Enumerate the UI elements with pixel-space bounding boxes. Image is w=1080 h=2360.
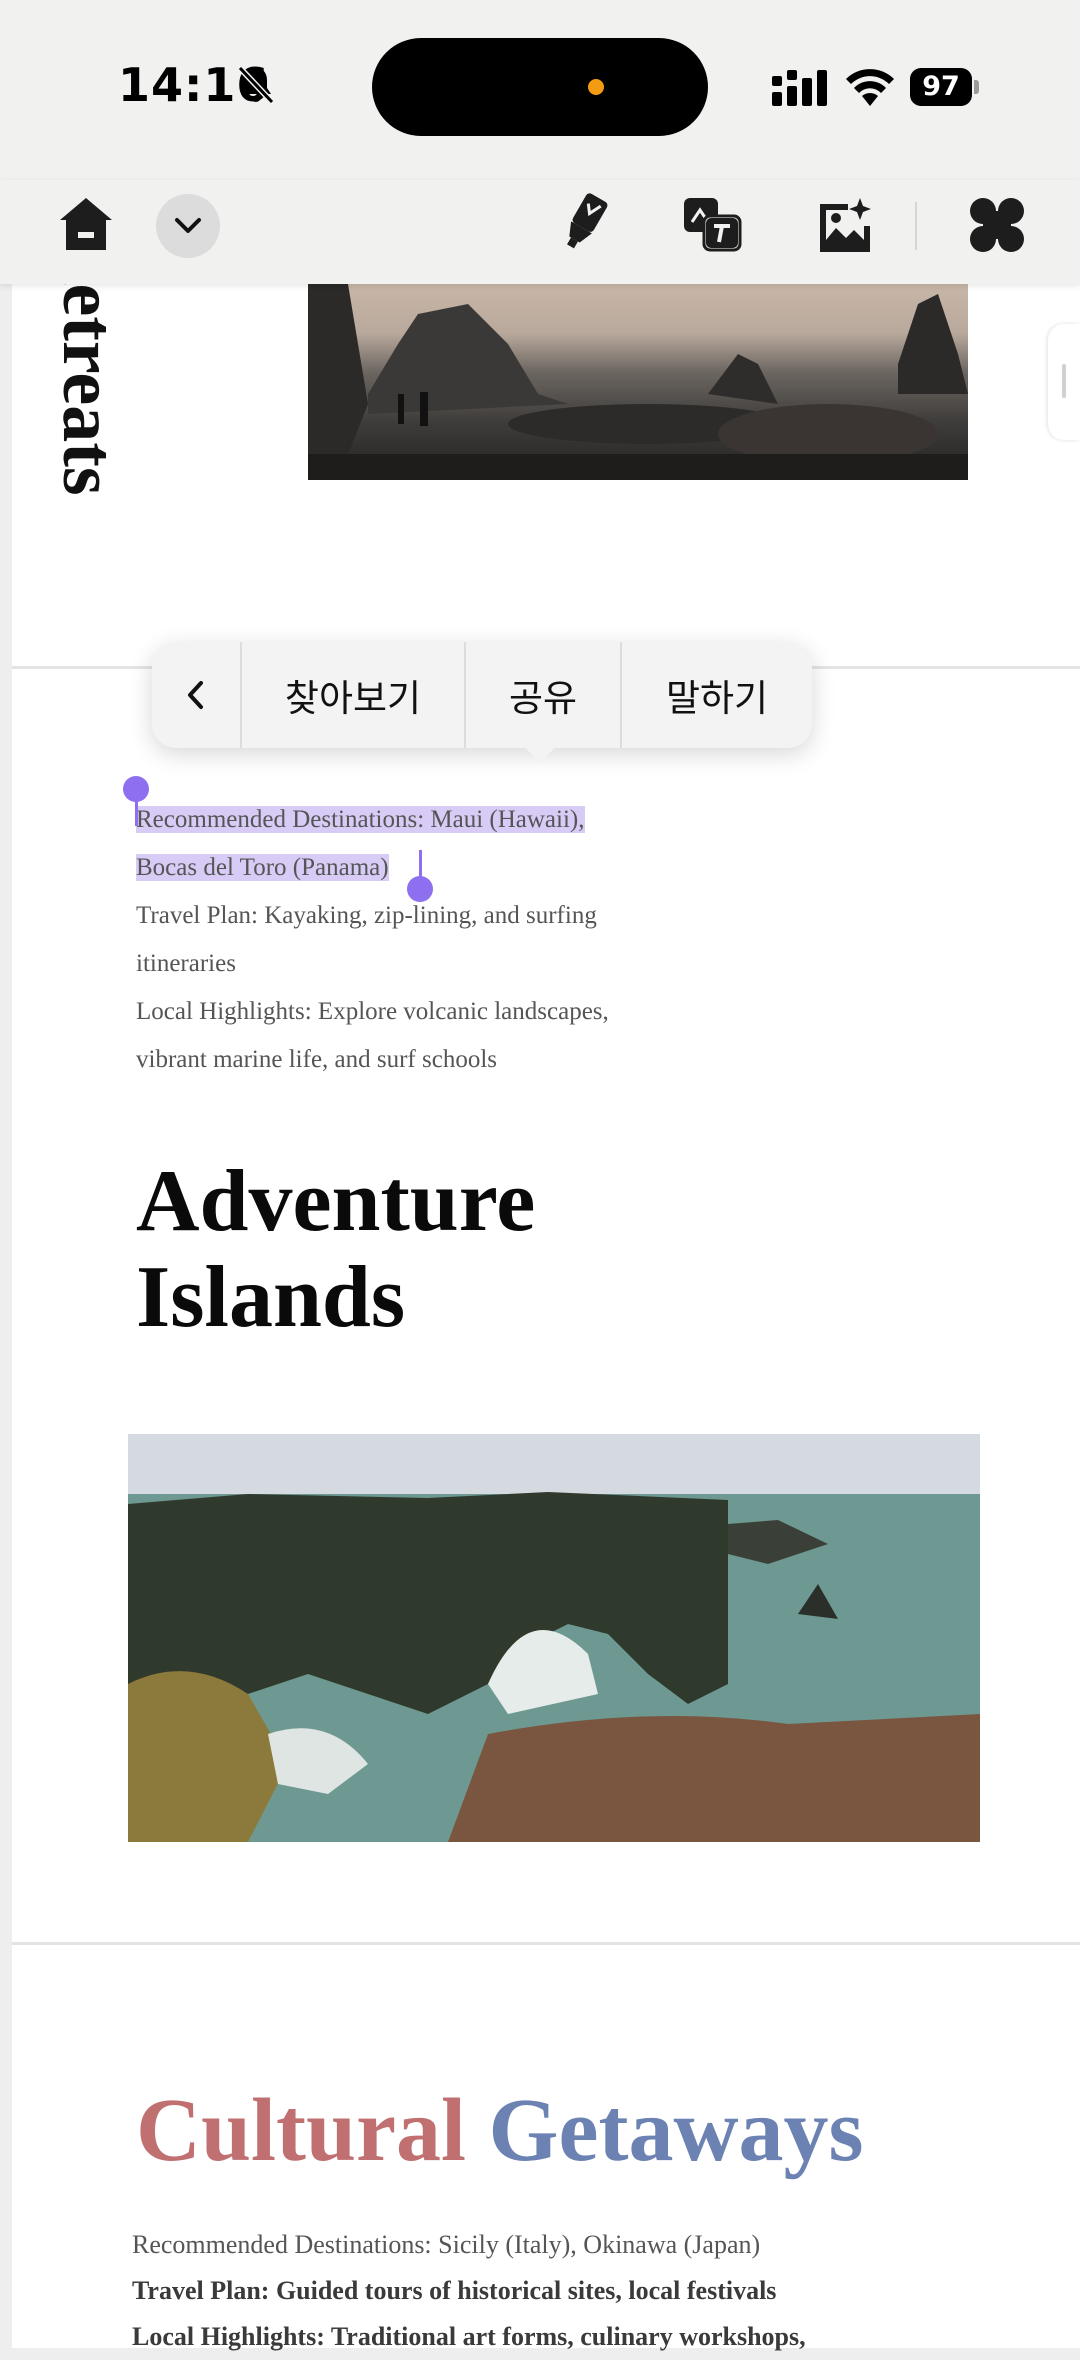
dynamic-island: [372, 38, 708, 136]
photo-edit-icon[interactable]: [814, 196, 872, 254]
section-divider: [12, 1942, 1080, 1945]
heading-word-getaways: Getaways: [488, 2081, 864, 2180]
bell-slash-icon: [237, 65, 275, 105]
chevron-left-icon: [188, 681, 203, 709]
adventure-islands-heading: Adventure Islands: [136, 1154, 535, 1346]
toolbar-divider: [915, 202, 917, 250]
text-line: Local Highlights: Traditional art forms,…: [132, 2322, 806, 2351]
cultural-getaways-heading: Cultural Getaways: [136, 2076, 863, 2186]
chevron-down-button[interactable]: [156, 194, 220, 258]
adventure-details[interactable]: Recommended Destinations: Maui (Hawaii),…: [136, 796, 696, 1084]
signal-icon: [772, 70, 827, 106]
translate-icon[interactable]: [682, 196, 742, 252]
heading-word-cultural: Cultural: [136, 2081, 467, 2180]
selected-text-line-1[interactable]: Recommended Destinations: Maui (Hawaii),: [136, 806, 585, 833]
home-icon[interactable]: [56, 194, 116, 254]
selection-end-knob[interactable]: [407, 876, 433, 902]
sea-arch-graphic: [128, 1434, 980, 1842]
battery-icon: 97: [910, 68, 980, 106]
speak-button[interactable]: 말하기: [620, 642, 812, 748]
highlighter-icon[interactable]: [556, 190, 612, 256]
selection-start-knob[interactable]: [123, 776, 149, 802]
share-button[interactable]: 공유: [464, 642, 620, 748]
text-line: Local Highlights: Explore volcanic lands…: [136, 998, 609, 1025]
reader-toolbar: [0, 180, 1080, 284]
cultural-details: Recommended Destinations: Sicily (Italy)…: [132, 2222, 1012, 2360]
sea-arch-image: [128, 1434, 980, 1842]
context-menu-back-button[interactable]: [152, 642, 240, 748]
text-line: vibrant marine life, and surf schools: [136, 1046, 498, 1073]
text-context-menu: 찾아보기 공유 말하기: [152, 642, 812, 764]
text-line: Travel Plan: Guided tours of historical …: [132, 2276, 777, 2305]
apps-icon[interactable]: [968, 196, 1026, 254]
text-line: Recommended Destinations: Sicily (Italy)…: [132, 2230, 761, 2259]
sea-stacks-graphic: [308, 284, 968, 480]
sea-stacks-image: [308, 284, 968, 480]
camera-indicator: [588, 79, 604, 95]
wifi-icon: [846, 69, 894, 106]
battery-level: 97: [910, 68, 972, 106]
selected-text-line-2[interactable]: Bocas del Toro (Panama): [136, 854, 389, 881]
heading-line-1: Adventure: [136, 1153, 536, 1250]
text-line: itineraries: [136, 950, 236, 977]
lookup-button[interactable]: 찾아보기: [240, 642, 464, 748]
status-bar: 14:16 97: [0, 0, 1080, 180]
heading-line-2: Islands: [136, 1249, 406, 1346]
chevron-down-icon: [175, 218, 201, 233]
battery-tip: [974, 80, 979, 94]
scroll-handle[interactable]: [1048, 324, 1080, 440]
